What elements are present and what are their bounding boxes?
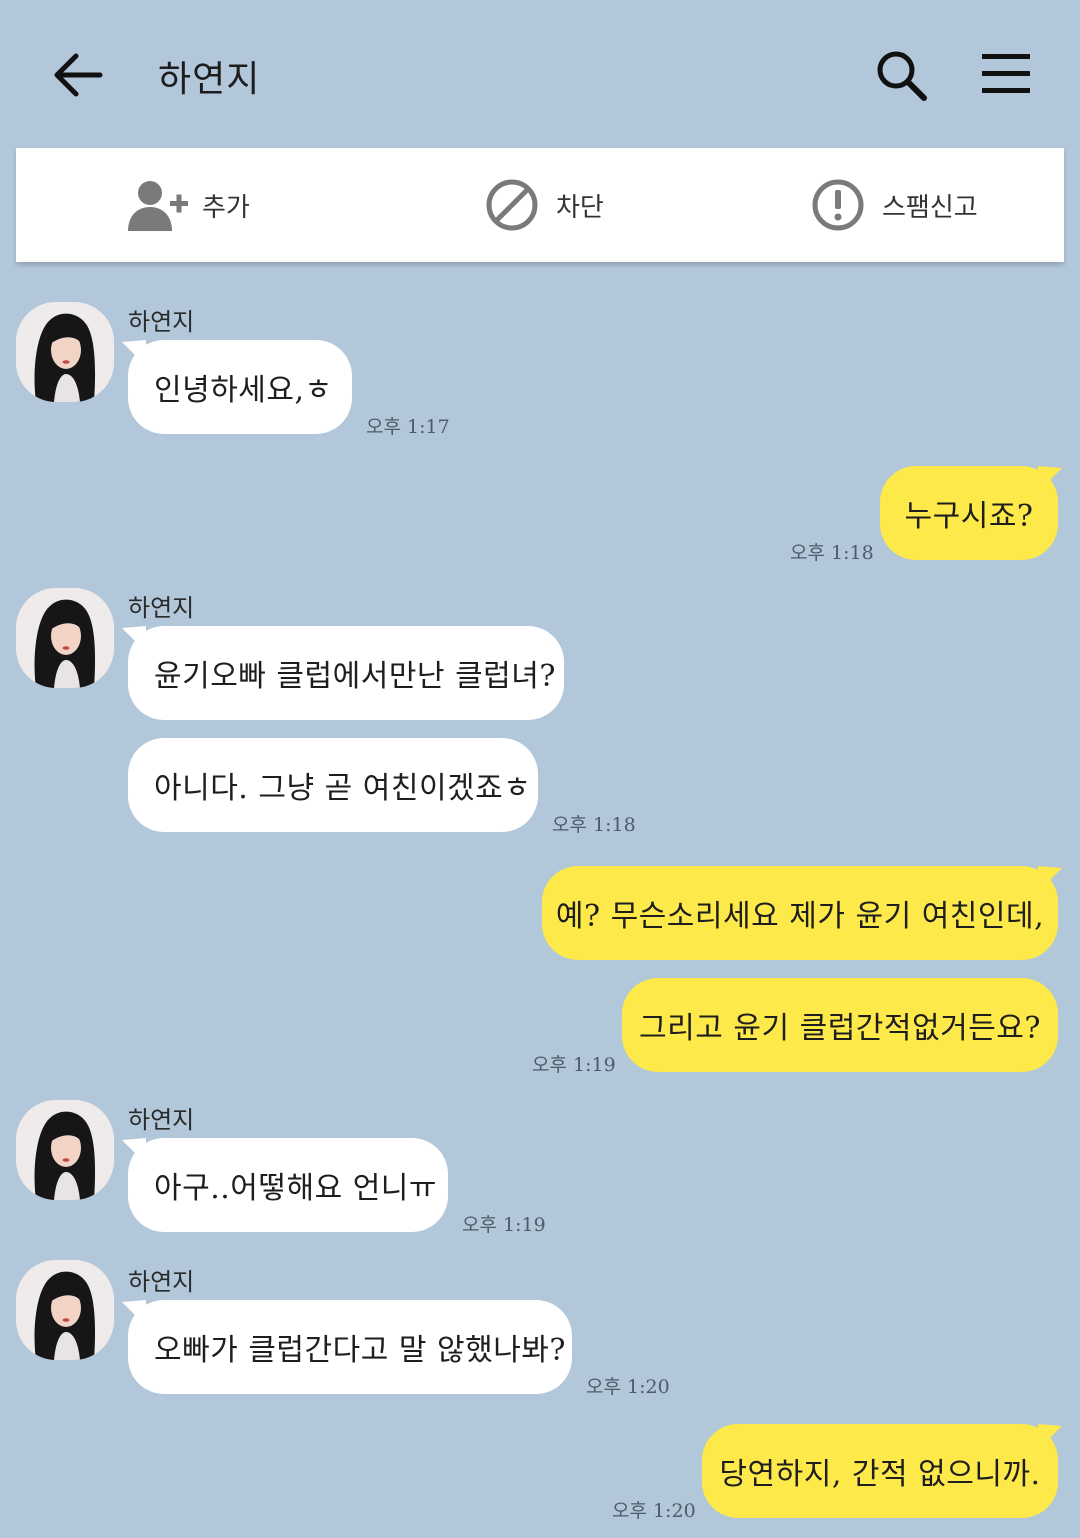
message-time: 오후 1:20 — [586, 1376, 670, 1398]
add-friend-icon — [128, 181, 188, 231]
search-icon[interactable] — [874, 48, 930, 104]
message-time: 오후 1:17 — [366, 416, 450, 438]
message-bubble[interactable]: 인녕하세요,ㅎ — [128, 340, 352, 434]
alert-icon — [812, 179, 864, 231]
sender-name: 하연지 — [128, 594, 195, 622]
stranger-action-bar: 추가 차단 스팸신고 — [16, 148, 1064, 262]
message-time: 오후 1:18 — [790, 542, 874, 564]
message-bubble[interactable]: 오빠가 클럽간다고 말 않했나봐? — [128, 1300, 572, 1394]
hamburger-menu-icon[interactable] — [980, 52, 1032, 96]
sender-name: 하연지 — [128, 1268, 195, 1296]
add-friend-label: 추가 — [202, 192, 250, 223]
message-time: 오후 1:20 — [612, 1500, 696, 1522]
block-button[interactable]: 차단 — [480, 148, 604, 262]
message-time: 오후 1:19 — [462, 1214, 546, 1236]
avatar[interactable] — [16, 1260, 114, 1360]
message-time: 오후 1:18 — [552, 814, 636, 836]
message-time: 오후 1:19 — [532, 1054, 616, 1076]
avatar[interactable] — [16, 1100, 114, 1200]
message-bubble[interactable]: 윤기오빠 클럽에서만난 클럽녀? — [128, 626, 564, 720]
profile-photo — [16, 1100, 114, 1200]
profile-photo — [16, 1260, 114, 1360]
profile-photo — [16, 302, 114, 402]
message-bubble[interactable]: 누구시죠? — [880, 466, 1058, 560]
arrow-left-icon[interactable] — [50, 50, 104, 100]
block-icon — [486, 179, 538, 231]
chat-title: 하연지 — [158, 59, 261, 100]
report-spam-button[interactable]: 스팸신고 — [806, 148, 978, 262]
sender-name: 하연지 — [128, 1106, 195, 1134]
message-bubble[interactable]: 예? 무슨소리세요 제가 윤기 여친인데, — [542, 866, 1058, 960]
avatar[interactable] — [16, 302, 114, 402]
message-bubble[interactable]: 당연하지, 간적 없으니까. — [702, 1424, 1058, 1518]
add-friend-button[interactable]: 추가 — [126, 148, 250, 262]
report-spam-label: 스팸신고 — [882, 192, 978, 223]
profile-photo — [16, 588, 114, 688]
message-bubble[interactable]: 아구..어떻해요 언니ㅠ — [128, 1138, 448, 1232]
chat-header: 하연지 — [0, 0, 1080, 148]
message-bubble[interactable]: 그리고 윤기 클럽간적없거든요? — [622, 978, 1058, 1072]
avatar[interactable] — [16, 588, 114, 688]
block-label: 차단 — [556, 192, 604, 223]
message-bubble[interactable]: 아니다. 그냥 곧 여친이겠죠ㅎ — [128, 738, 538, 832]
sender-name: 하연지 — [128, 308, 195, 336]
